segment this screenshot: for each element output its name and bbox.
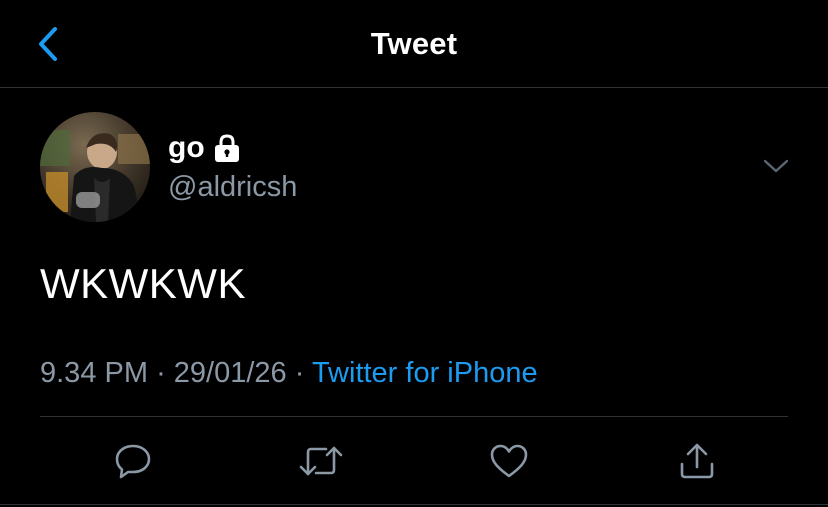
share-button[interactable] (672, 436, 722, 486)
retweet-button[interactable] (296, 436, 346, 486)
display-name: go (168, 131, 205, 164)
heart-icon (489, 443, 529, 479)
divider (40, 416, 788, 417)
tweet-time: 9.34 PM (40, 357, 148, 389)
meta-separator: · (156, 357, 174, 389)
tweet-actions-bar (0, 436, 828, 486)
reply-icon (114, 443, 152, 479)
author-name-row[interactable]: go (168, 128, 241, 168)
page-title: Tweet (370, 26, 458, 61)
lock-icon (213, 133, 241, 163)
like-button[interactable] (484, 436, 534, 486)
tweet-source-link[interactable]: Twitter for iPhone (312, 357, 538, 389)
share-icon (678, 442, 716, 480)
tweet-text: WKWKWK (40, 260, 246, 307)
tweet-date: 29/01/26 (173, 357, 287, 389)
meta-separator: · (294, 357, 312, 389)
username[interactable]: @aldricsh (168, 168, 297, 206)
tweet-metadata: 9.34 PM · 29/01/26 · Twitter for iPhone (40, 354, 538, 392)
reply-button[interactable] (108, 436, 158, 486)
avatar[interactable] (40, 112, 150, 222)
top-navigation-bar: Tweet (0, 0, 828, 88)
retweet-icon (298, 444, 344, 478)
chevron-down-icon (762, 158, 790, 174)
more-options-button[interactable] (758, 150, 794, 182)
divider (0, 504, 828, 505)
